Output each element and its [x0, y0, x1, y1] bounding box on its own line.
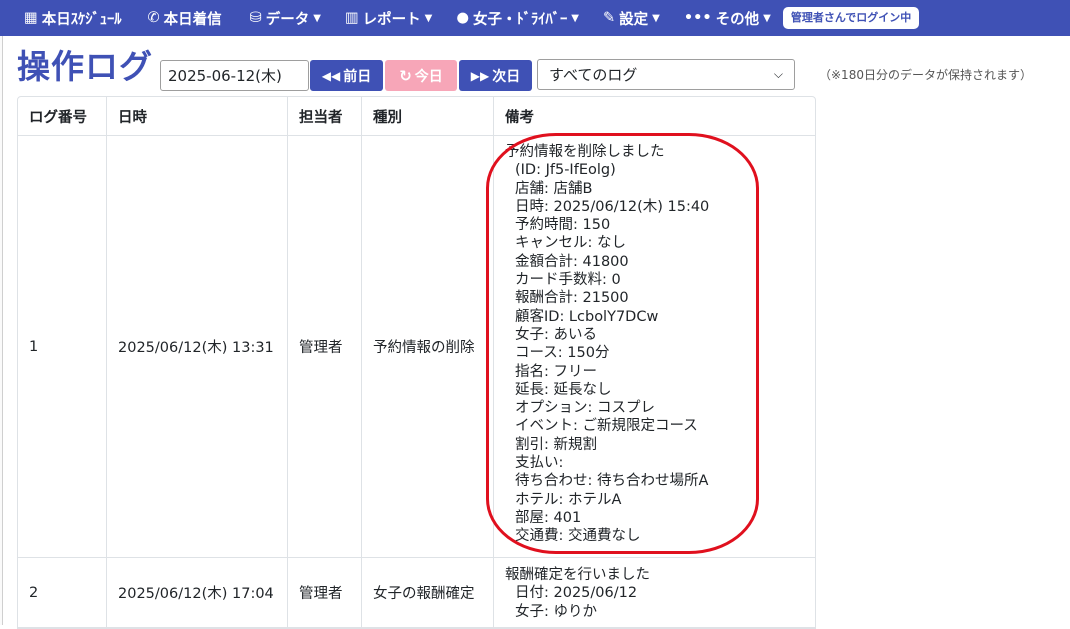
- nav-label: 設定: [619, 11, 649, 28]
- nav-today-calls[interactable]: ✆ 本日着信: [147, 6, 221, 30]
- cell-user: 管理者: [288, 136, 362, 558]
- login-status-badge[interactable]: 管理者さんでログイン中: [782, 7, 920, 29]
- cell-type: 予約情報の削除: [362, 136, 494, 558]
- log-filter-value: すべてのログ: [549, 66, 638, 84]
- note-line: (ID: Jf5-IfEolg): [515, 162, 616, 179]
- note-lines: 予約情報を削除しました (ID: Jf5-IfEolg) 店舗: 店舗B 日時: 20…: [505, 143, 804, 546]
- date-input[interactable]: [160, 60, 309, 91]
- note-line: 顧客ID: LcbolY7DCw: [515, 308, 659, 325]
- table-row: 1 2025/06/12(木) 13:31 管理者 予約情報の削除 予約情報を削…: [18, 133, 815, 558]
- wrench-icon: ✎: [602, 10, 616, 26]
- note-line: 割引: 新規割: [515, 436, 597, 453]
- note-line: 指名: フリー: [515, 363, 597, 380]
- next-day-button[interactable]: ▶▶ 次日: [459, 60, 532, 91]
- header-user: 担当者: [288, 97, 362, 136]
- caret-down-icon: ▼: [313, 12, 321, 24]
- nav-label: データ: [265, 11, 310, 28]
- note-line: ホテル: ホテルA: [515, 491, 622, 508]
- note-line: 日付: 2025/06/12: [515, 585, 638, 602]
- nav-label: 本日ｽｹｼﾞｭｰﾙ: [41, 11, 122, 28]
- cell-datetime: 2025/06/12(木) 13:31: [107, 136, 288, 558]
- nav-staff-menu[interactable]: ● 女子・ﾄﾞﾗｲﾊﾞｰ ▼: [456, 6, 579, 30]
- note-line: 支払い:: [515, 455, 564, 472]
- cell-user: 管理者: [288, 558, 362, 628]
- chevron-down-icon: ⌵: [773, 67, 783, 81]
- user-icon: ●: [456, 10, 470, 26]
- cell-type: 女子の報酬確定: [362, 558, 494, 628]
- double-right-arrow-icon: ▶▶: [470, 68, 490, 83]
- double-left-arrow-icon: ◀◀: [321, 68, 341, 83]
- caret-down-icon: ▼: [424, 12, 433, 24]
- caret-down-icon: ▼: [652, 12, 660, 24]
- header-datetime: 日時: [107, 97, 288, 136]
- table-header-row: ログ番号 日時 担当者 種別 備考: [18, 97, 815, 136]
- page-title: 操作ログ: [17, 47, 153, 86]
- prev-day-button[interactable]: ◀◀ 前日: [310, 60, 383, 91]
- note-line: 店舗: 店舗B: [515, 180, 593, 197]
- note-line: 予約情報を削除しました: [505, 144, 665, 160]
- note-line: イベント: ご新規限定コース: [515, 418, 698, 435]
- prev-day-label: 前日: [343, 68, 372, 85]
- retention-note: （※180日分のデータが保持されます）: [819, 68, 1032, 82]
- note-line: 日時: 2025/06/12(木) 15:40: [515, 198, 710, 215]
- note-line: 女子: ゆりか: [515, 603, 597, 620]
- table-row: 2 2025/06/12(木) 17:04 管理者 女子の報酬確定 報酬確定を行…: [18, 558, 815, 628]
- nav-label: 女子・ﾄﾞﾗｲﾊﾞｰ: [473, 11, 568, 28]
- log-table: ログ番号 日時 担当者 種別 備考 1 2025/06/12(木) 13:31 …: [17, 96, 816, 629]
- note-line: 女子: あいる: [515, 326, 597, 343]
- note-line: 予約時間: 150: [515, 217, 611, 234]
- note-line: オプション: コスプレ: [515, 400, 655, 417]
- note-line: 金額合計: 41800: [515, 253, 629, 270]
- caret-down-icon: ▼: [763, 12, 771, 24]
- cell-datetime: 2025/06/12(木) 17:04: [107, 558, 288, 628]
- cell-note: 予約情報を削除しました (ID: Jf5-IfEolg) 店舗: 店舗B 日時: 20…: [486, 133, 815, 558]
- page-left-edge: [0, 36, 3, 625]
- note-line: 交通費: 交通費なし: [515, 528, 641, 545]
- more-icon: •••: [683, 10, 712, 26]
- note-line: 延長: 延長なし: [515, 381, 612, 398]
- note-line: 部屋: 401: [515, 509, 582, 526]
- cell-note: 報酬確定を行いました 日付: 2025/06/12 女子: ゆりか: [494, 558, 815, 628]
- note-lines: 報酬確定を行いました 日付: 2025/06/12 女子: ゆりか: [505, 566, 804, 621]
- refresh-icon: ↻: [399, 66, 412, 85]
- note-line: 報酬合計: 21500: [515, 290, 629, 307]
- nav-label: 本日着信: [163, 11, 222, 28]
- nav-label: レポート: [362, 11, 421, 28]
- nav-report-menu[interactable]: ▥ レポート ▼: [345, 6, 432, 30]
- note-line: 待ち合わせ: 待ち合わせ場所A: [515, 473, 709, 490]
- note-line: 報酬確定を行いました: [505, 567, 650, 583]
- top-navbar: ▦ 本日ｽｹｼﾞｭｰﾙ ✆ 本日着信 ⛁ データ ▼ ▥ レポート ▼ ● 女子…: [0, 0, 1070, 36]
- nav-today-schedule[interactable]: ▦ 本日ｽｹｼﾞｭｰﾙ: [24, 6, 121, 30]
- phone-icon: ✆: [147, 10, 160, 26]
- today-button[interactable]: ↻ 今日: [385, 60, 457, 91]
- caret-down-icon: ▼: [571, 12, 579, 24]
- today-label: 今日: [414, 68, 443, 85]
- header-note: 備考: [494, 97, 815, 136]
- bar-chart-icon: ▥: [344, 10, 359, 26]
- next-day-label: 次日: [492, 68, 521, 85]
- nav-other-menu[interactable]: ••• その他 ▼: [684, 6, 771, 30]
- cell-log-no: 1: [18, 136, 107, 558]
- nav-label: その他: [715, 11, 760, 28]
- log-filter-select[interactable]: すべてのログ ⌵: [537, 59, 795, 90]
- header-log-no: ログ番号: [18, 97, 107, 136]
- nav-settings-menu[interactable]: ✎ 設定 ▼: [603, 6, 660, 30]
- header-type: 種別: [362, 97, 494, 136]
- note-line: コース: 150分: [515, 345, 610, 362]
- database-icon: ⛁: [249, 10, 262, 26]
- nav-data-menu[interactable]: ⛁ データ ▼: [250, 6, 321, 30]
- calendar-icon: ▦: [24, 10, 38, 26]
- note-line: カード手数料: 0: [515, 272, 621, 289]
- note-line: キャンセル: なし: [515, 235, 626, 252]
- cell-log-no: 2: [18, 558, 107, 628]
